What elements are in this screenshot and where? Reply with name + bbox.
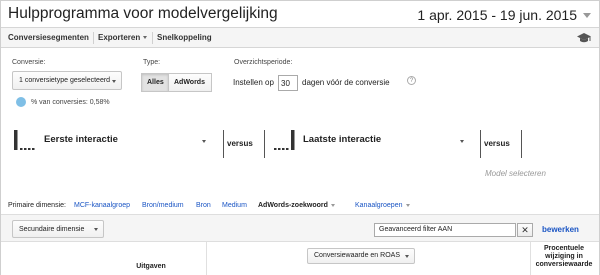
conversion-percentage: % van conversies: 0,58% [31,99,110,106]
dimension-source-medium[interactable]: Bron/medium [142,202,184,209]
model-2-name[interactable]: Laatste interactie [303,134,381,145]
metric-select[interactable]: Conversiewaarde en ROAS [307,248,415,264]
page-title: Hulpprogramma voor modelvergelijking [8,5,278,22]
dimension-mcf-channel-group[interactable]: MCF-kanaalgroep [74,202,130,209]
versus-label-2: versus [484,139,510,148]
dimension-channel-groups[interactable]: Kanaalgroepen [355,202,410,209]
advanced-filter-input[interactable]: Geavanceerd filter AAN [374,223,516,237]
secondary-dimension-label: Secundaire dimensie [19,226,85,233]
edit-filter-link[interactable]: bewerken [542,225,579,234]
lookback-label: Overzichtsperiode: [234,59,293,66]
type-adwords-toggle[interactable]: AdWords [168,73,212,92]
lookback-suffix: dagen vóór de conversie [302,78,390,87]
channel-groups-label: Kanaalgroepen [355,202,403,209]
model-comparison-panel: Hulpprogramma voor modelvergelijking 1 a… [0,0,600,275]
info-icon [16,97,26,107]
column-divider [206,242,207,275]
dimension-adwords-keyword[interactable]: AdWords-zoekwoord [258,202,335,209]
metric-select-label: Conversiewaarde en ROAS [314,252,400,259]
conversion-type-value: 1 conversietype geselecteerd [19,77,111,84]
caret-down-icon [330,203,335,207]
toolbar-divider [152,32,153,44]
caret-down-icon [405,255,409,258]
conversion-label: Conversie: [12,59,46,66]
table-header: Uitgaven Conversiewaarde en ROAS Procent… [1,242,599,275]
caret-down-icon [112,80,116,83]
dimension-medium[interactable]: Medium [222,202,247,209]
caret-down-icon [143,36,148,40]
secondary-dimension-select[interactable]: Secundaire dimensie [12,220,104,238]
caret-down-icon [94,228,98,231]
export-button[interactable]: Exporteren [98,33,148,42]
lookback-prefix: Instellen op [233,78,274,87]
primary-dimension-bar: Primaire dimensie: MCF-kanaalgroep Bron/… [1,201,599,213]
toolbar-divider [93,32,94,44]
column-divider [530,242,531,275]
clear-filter-icon[interactable]: ✕ [517,223,533,237]
toolbar: Conversiesegmenten Exporteren Snelkoppel… [1,28,599,48]
type-label: Type: [143,59,161,66]
model-select-placeholder[interactable]: Model selecteren [485,169,546,178]
divider-line [480,130,481,158]
versus-label-1: versus [227,139,253,148]
caret-down-icon [405,203,410,207]
primary-dimension-label: Primaire dimensie: [8,202,66,209]
help-icon[interactable]: ? [407,76,416,85]
first-interaction-model-icon [14,130,35,150]
divider-line [223,130,224,158]
conversion-type-select[interactable]: 1 conversietype geselecteerd [12,71,122,90]
caret-down-icon[interactable] [202,140,206,143]
dimension-source[interactable]: Bron [196,202,211,209]
adwords-keyword-label: AdWords-zoekwoord [258,202,328,209]
shortcut-button[interactable]: Snelkoppeling [157,33,212,42]
chevron-down-icon[interactable] [583,13,591,18]
last-interaction-model-icon [274,130,295,150]
type-all-toggle[interactable]: Alles [141,73,169,92]
column-spend[interactable]: Uitgaven [121,263,181,270]
column-pct-change[interactable]: Procentuele wijziging in conversiewaarde [531,245,597,269]
model-1-name[interactable]: Eerste interactie [44,134,118,145]
graduation-cap-icon[interactable] [577,31,591,45]
caret-down-icon[interactable] [460,140,464,143]
divider-line [264,130,265,158]
export-label: Exporteren [98,33,141,42]
header-bar: Hulpprogramma voor modelvergelijking 1 a… [1,1,599,28]
filter-bar: Secundaire dimensie Geavanceerd filter A… [1,214,599,242]
divider-line [521,130,522,158]
lookback-days-input[interactable]: 30 [278,75,298,91]
date-range-picker[interactable]: 1 apr. 2015 - 19 jun. 2015 [417,7,577,23]
conversion-segments-button[interactable]: Conversiesegmenten [8,33,89,42]
